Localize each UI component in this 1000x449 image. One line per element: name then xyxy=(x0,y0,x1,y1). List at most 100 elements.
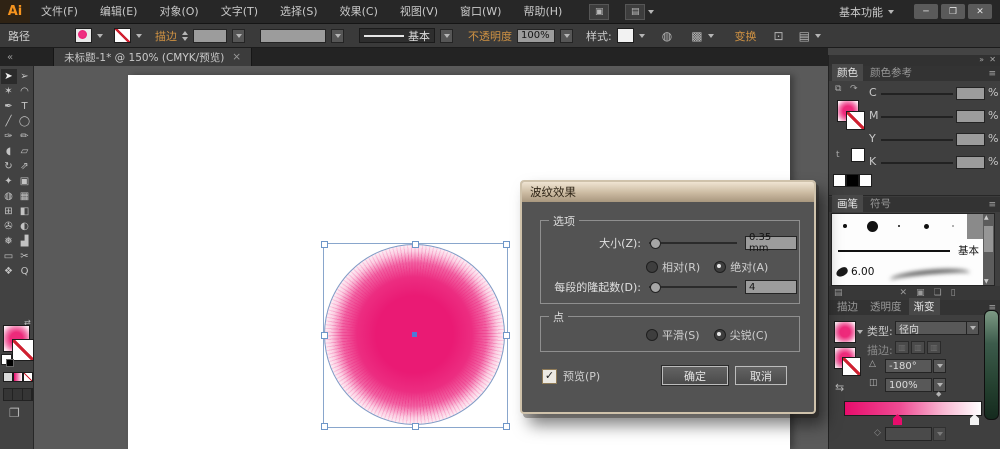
stroke-weight-input[interactable] xyxy=(193,29,227,43)
menu-file[interactable]: 文件(F) xyxy=(30,0,89,23)
tab-close-icon[interactable]: × xyxy=(232,51,241,63)
brush-definition-dropdown[interactable]: 基本 xyxy=(359,28,435,43)
selection-tool[interactable]: ➤ xyxy=(1,69,17,84)
hand-tool[interactable]: ❖ xyxy=(1,264,17,279)
angle-arrow[interactable] xyxy=(933,359,946,373)
none-button[interactable] xyxy=(23,372,33,382)
selection-handle[interactable] xyxy=(412,423,419,430)
lasso-tool[interactable]: ◠ xyxy=(17,84,33,99)
brush-item[interactable] xyxy=(940,214,968,240)
absolute-radio[interactable] xyxy=(714,261,726,273)
anchor-center-point[interactable] xyxy=(412,332,417,337)
size-input[interactable]: 0.35 mm xyxy=(745,236,797,250)
brush-options-icon[interactable]: ▣ xyxy=(916,288,925,298)
ridges-slider[interactable] xyxy=(649,286,737,288)
channel-c-input[interactable] xyxy=(956,87,985,100)
menu-object[interactable]: 对象(O) xyxy=(148,0,209,23)
swap-colors-icon[interactable]: ↷ xyxy=(850,84,858,94)
opacity-dropdown[interactable] xyxy=(560,29,573,43)
channel-m-input[interactable] xyxy=(956,110,985,123)
slice-tool[interactable]: ✂ xyxy=(17,249,33,264)
stroke-weight-dropdown[interactable] xyxy=(232,29,245,43)
tint-icon[interactable]: t xyxy=(836,150,840,160)
brush-item-calligraphic[interactable]: 6.00 xyxy=(832,262,983,285)
pen-tool[interactable]: ✒ xyxy=(1,99,17,114)
document-tab[interactable]: 未标题-1* @ 150% (CMYK/预览) × xyxy=(53,48,252,66)
tools-collapse-icon[interactable]: « xyxy=(7,52,13,63)
gradient-type-select[interactable]: 径向 xyxy=(895,321,967,335)
aspect-ratio-input[interactable]: 100% xyxy=(885,378,932,392)
chevron-down-icon[interactable] xyxy=(648,10,654,14)
scroll-down-icon[interactable]: ▼ xyxy=(984,278,989,285)
menu-edit[interactable]: 编辑(E) xyxy=(89,0,149,23)
corner-radio[interactable] xyxy=(714,329,726,341)
tab-transparency[interactable]: 透明度 xyxy=(865,298,907,315)
width-tool[interactable]: ✦ xyxy=(1,174,17,189)
ridges-slider-knob[interactable] xyxy=(650,282,661,293)
scrollbar-thumb[interactable] xyxy=(984,226,993,252)
eraser-tool[interactable]: ▱ xyxy=(17,144,33,159)
dock-close-icon[interactable]: ✕ xyxy=(989,55,996,64)
color-button[interactable] xyxy=(3,372,13,382)
brush-list-scrollbar[interactable]: ▲ ▼ xyxy=(983,214,994,285)
ellipse-tool[interactable]: ◯ xyxy=(17,114,33,129)
channel-y-slider[interactable] xyxy=(881,139,953,141)
tab-stroke[interactable]: 描边 xyxy=(832,298,863,315)
mesh-tool[interactable]: ⊞ xyxy=(1,204,17,219)
gradient-stroke-proxy[interactable] xyxy=(842,357,861,376)
stroke-swatch[interactable] xyxy=(12,339,34,361)
brush-item-basic[interactable]: 基本 xyxy=(832,239,983,263)
close-button[interactable]: ✕ xyxy=(968,4,992,19)
minimize-button[interactable]: ─ xyxy=(914,4,938,19)
brush-item[interactable] xyxy=(913,214,941,240)
type-tool[interactable]: T xyxy=(17,99,33,114)
stroke-proxy-swatch[interactable] xyxy=(846,111,865,130)
default-fill-stroke-icon[interactable] xyxy=(1,354,12,365)
remove-brush-stroke-icon[interactable]: ✕ xyxy=(900,288,908,298)
menu-window[interactable]: 窗口(W) xyxy=(449,0,512,23)
selection-handle[interactable] xyxy=(412,241,419,248)
opacity-link[interactable]: 不透明度 xyxy=(468,28,512,44)
menu-effect[interactable]: 效果(C) xyxy=(329,0,389,23)
variable-width-input[interactable] xyxy=(260,29,326,43)
select-similar-icon[interactable]: ▩ xyxy=(691,30,702,42)
gradient-thumbnail[interactable] xyxy=(834,321,856,343)
step-up-icon[interactable] xyxy=(182,31,188,35)
stroke-link[interactable]: 描边 xyxy=(155,28,177,44)
shape-builder-tool[interactable]: ◍ xyxy=(1,189,17,204)
chevron-down-icon[interactable] xyxy=(136,34,142,38)
bridge-icon[interactable]: ▣ xyxy=(589,4,609,20)
dialog-title-bar[interactable]: 波纹效果 xyxy=(522,182,814,202)
chevron-down-icon[interactable] xyxy=(97,34,103,38)
stroke-weight-stepper[interactable] xyxy=(182,31,188,41)
recolor-artwork-icon[interactable]: ◍ xyxy=(662,30,672,42)
brush-definition-arrow[interactable] xyxy=(440,29,453,43)
pencil-tool[interactable]: ✏ xyxy=(17,129,33,144)
copy-icon[interactable]: ⧉ xyxy=(835,84,841,94)
channel-y-input[interactable] xyxy=(956,133,985,146)
last-color-swatch[interactable] xyxy=(851,148,865,162)
channel-k-input[interactable] xyxy=(956,156,985,169)
transform-link[interactable]: 变换 xyxy=(735,28,757,44)
menu-view[interactable]: 视图(V) xyxy=(389,0,449,23)
workspace-switcher[interactable]: 基本功能 xyxy=(839,4,894,20)
menu-help[interactable]: 帮助(H) xyxy=(512,0,573,23)
tab-gradient[interactable]: 渐变 xyxy=(909,298,940,315)
new-brush-icon[interactable]: ❏ xyxy=(934,288,942,298)
paintbrush-tool[interactable]: ✑ xyxy=(1,129,17,144)
selection-handle[interactable] xyxy=(503,241,510,248)
vertical-slider[interactable] xyxy=(984,310,999,420)
free-transform-tool[interactable]: ▣ xyxy=(17,174,33,189)
panel-menu-icon[interactable]: ≡ xyxy=(988,200,996,210)
magic-wand-tool[interactable]: ✶ xyxy=(1,84,17,99)
eyedropper-tool[interactable]: ✇ xyxy=(1,219,17,234)
menu-type[interactable]: 文字(T) xyxy=(210,0,269,23)
channel-c-slider[interactable] xyxy=(881,93,953,95)
stroke-color-swatch[interactable] xyxy=(114,28,131,43)
column-graph-tool[interactable]: ▟ xyxy=(17,234,33,249)
selection-handle[interactable] xyxy=(321,423,328,430)
brush-libraries-icon[interactable]: ▤ xyxy=(834,288,843,298)
brush-item[interactable] xyxy=(832,214,860,240)
panel-menu-icon[interactable]: ≡ xyxy=(988,69,996,79)
gradient-midpoint-icon[interactable]: ◆ xyxy=(936,390,941,398)
